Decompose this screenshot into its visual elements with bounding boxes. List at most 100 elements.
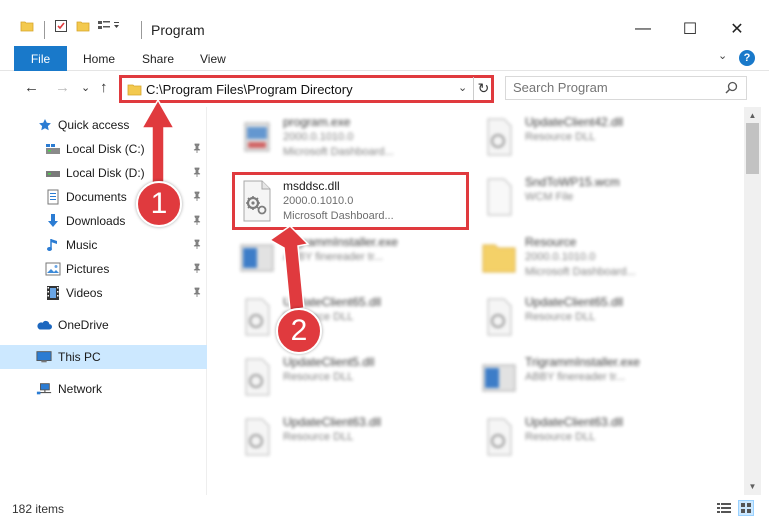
file-name: UpdateClient63.dll [525, 415, 624, 429]
up-button[interactable]: ↑ [100, 79, 108, 96]
documents-icon [45, 189, 61, 205]
sidebar-item-label: Videos [66, 286, 103, 300]
drive-icon [45, 165, 61, 181]
scroll-thumb[interactable] [746, 123, 759, 174]
list-item[interactable]: SndToWP15.wcm WCM File [476, 169, 708, 225]
maximize-button[interactable]: ☐ [667, 14, 713, 44]
tab-home[interactable]: Home [83, 52, 115, 66]
file-version: 2000.0.1010.0 [525, 251, 596, 263]
tab-view[interactable]: View [200, 52, 226, 66]
list-item[interactable]: program.exe 2000.0.1010.0 Microsoft Dash… [234, 109, 466, 165]
network-icon [36, 381, 52, 397]
sidebar-item-label: Downloads [66, 214, 126, 228]
pin-icon[interactable] [192, 239, 202, 252]
list-item[interactable]: Resource 2000.0.1010.0 Microsoft Dashboa… [476, 229, 708, 285]
sidebar-item-label: Network [58, 382, 103, 396]
file-name: TrigrammInstaller.exe [283, 235, 398, 249]
sidebar-item-this-pc[interactable]: This PC [0, 345, 207, 369]
sidebar-item-local-disk-c[interactable]: Local Disk (C:) [0, 137, 207, 161]
folder-icon [20, 19, 34, 33]
sidebar-item-onedrive[interactable]: OneDrive [0, 313, 207, 337]
vertical-scrollbar[interactable]: ▲ ▼ [744, 107, 761, 495]
file-version: WCM File [525, 191, 574, 203]
file-version: Resource DLL [525, 431, 596, 443]
navigation-pane: Quick access Local Disk (C:) Local Disk … [0, 107, 207, 495]
scroll-up-icon[interactable]: ▲ [744, 107, 761, 124]
callout-badge-2: 2 [276, 308, 322, 354]
expand-ribbon-icon[interactable]: ⌄ [718, 49, 727, 62]
drive-icon [45, 141, 61, 157]
sidebar-item-music[interactable]: Music [0, 233, 207, 257]
recent-locations-button[interactable]: ⌄ [81, 81, 90, 94]
list-item[interactable]: UpdateClient63.dll Resource DLL [234, 409, 466, 465]
list-item[interactable]: UpdateClient5.dll Resource DLL [234, 349, 466, 405]
pin-icon[interactable] [192, 287, 202, 300]
sidebar-item-label: Documents [66, 190, 127, 204]
pin-icon[interactable] [192, 263, 202, 276]
back-button[interactable]: ← [24, 79, 39, 96]
folder-icon [480, 235, 518, 279]
dll-icon [238, 295, 276, 339]
status-bar: 182 items [0, 495, 769, 527]
folder-icon [127, 83, 142, 99]
list-item[interactable]: TrigrammInstaller.exe ABBY finereader tr… [476, 349, 708, 405]
address-dropdown-icon[interactable]: ⌄ [458, 81, 467, 94]
sidebar-item-local-disk-d[interactable]: Local Disk (D:) [0, 161, 207, 185]
file-version: Resource DLL [283, 431, 354, 443]
file-name: UpdateClient65.dll [283, 295, 382, 309]
download-icon [45, 213, 61, 229]
file-description: Microsoft Dashboard... [283, 146, 394, 158]
sidebar-item-pictures[interactable]: Pictures [0, 257, 207, 281]
address-path[interactable]: C:\Program Files\Program Directory [146, 82, 353, 97]
details-view-icon[interactable] [716, 500, 732, 516]
sidebar-item-label: Local Disk (D:) [66, 166, 145, 180]
list-item[interactable]: UpdateClient65.dll Resource DLL [476, 289, 708, 345]
close-button[interactable]: ✕ [714, 14, 760, 44]
file-version: ABBY finereader tr... [525, 371, 626, 383]
customize-toolbar-icon[interactable] [97, 19, 121, 33]
file-name: UpdateClient63.dll [283, 415, 382, 429]
file-name: TrigrammInstaller.exe [525, 355, 640, 369]
pictures-icon [45, 261, 61, 277]
divider [44, 21, 45, 39]
file-list: program.exe 2000.0.1010.0 Microsoft Dash… [208, 107, 744, 495]
address-bar[interactable]: C:\Program Files\Program Directory ⌄ ↻ [119, 75, 494, 103]
minimize-button[interactable]: — [620, 14, 666, 44]
properties-icon[interactable] [54, 19, 68, 33]
sidebar-item-videos[interactable]: Videos [0, 281, 207, 305]
videos-icon [45, 285, 61, 301]
tab-file[interactable]: File [14, 46, 67, 71]
search-input[interactable] [513, 80, 713, 95]
help-button[interactable]: ? [739, 50, 755, 66]
navigation-bar: ← → ⌄ ↑ C:\Program Files\Program Directo… [0, 71, 769, 107]
item-count: 182 items [12, 502, 65, 516]
scroll-down-icon[interactable]: ▼ [744, 478, 761, 495]
installer-icon [238, 235, 276, 279]
file-version: Resource DLL [525, 131, 596, 143]
large-icons-view-icon[interactable] [738, 500, 754, 516]
sidebar-item-label: This PC [58, 350, 101, 364]
list-item[interactable]: TrigrammInstaller.exe ABBY finereader tr… [234, 229, 466, 285]
new-folder-icon[interactable] [76, 19, 90, 33]
pin-icon[interactable] [192, 143, 202, 156]
pin-icon[interactable] [192, 215, 202, 228]
dll-icon [480, 295, 518, 339]
search-box[interactable] [505, 76, 747, 100]
file-version: 2000.0.1010.0 [283, 131, 354, 143]
forward-button[interactable]: → [55, 79, 70, 96]
tab-share[interactable]: Share [142, 52, 174, 66]
sidebar-item-quick-access[interactable]: Quick access [0, 113, 207, 137]
list-item[interactable]: UpdateClient65.dll Resource DLL [234, 289, 466, 345]
file-name: SndToWP15.wcm [525, 175, 620, 189]
list-item[interactable]: UpdateClient42.dll Resource DLL [476, 109, 708, 165]
pin-icon[interactable] [192, 167, 202, 180]
file-name: program.exe [283, 115, 351, 129]
pin-icon[interactable] [192, 191, 202, 204]
sidebar-item-network[interactable]: Network [0, 377, 207, 401]
search-icon[interactable] [725, 81, 738, 97]
refresh-button[interactable]: ↻ [473, 77, 493, 100]
file-version: Resource DLL [525, 311, 596, 323]
file-name: UpdateClient5.dll [283, 355, 375, 369]
file-version: ABBY finereader tr... [283, 251, 384, 263]
list-item[interactable]: UpdateClient63.dll Resource DLL [476, 409, 708, 465]
